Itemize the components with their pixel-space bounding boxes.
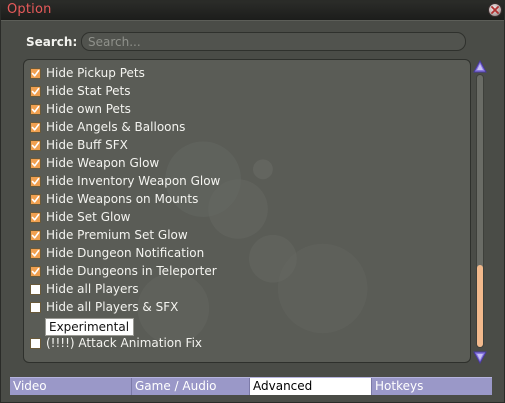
option-item[interactable]: Hide own Pets bbox=[30, 100, 470, 118]
option-label: Hide own Pets bbox=[46, 102, 131, 116]
option-checkbox[interactable] bbox=[30, 103, 41, 115]
search-label: Search: bbox=[26, 35, 78, 49]
option-checkbox[interactable] bbox=[30, 229, 41, 241]
option-checkbox[interactable] bbox=[30, 85, 41, 97]
option-item[interactable]: Hide all Players bbox=[30, 280, 470, 298]
options-list-panel: Hide Pickup Pets Hide Stat Pets Hide own P… bbox=[23, 59, 471, 363]
option-checkbox[interactable] bbox=[30, 157, 41, 169]
checkmark-icon bbox=[31, 177, 40, 185]
option-label: Hide Angels & Balloons bbox=[46, 120, 186, 134]
checkmark-icon bbox=[31, 213, 40, 221]
option-item[interactable]: Hide Set Glow bbox=[30, 208, 470, 226]
option-window: Option Search: Hide Pickup Pets Hide Stat… bbox=[0, 0, 505, 403]
tab-bar: Video Game / Audio Advanced Hotkeys bbox=[10, 377, 492, 395]
tab-label: Video bbox=[13, 379, 47, 393]
option-item[interactable]: Hide Weapons on Mounts bbox=[30, 190, 470, 208]
tab-game-audio[interactable]: Game / Audio bbox=[132, 378, 250, 395]
search-row: Search: bbox=[23, 32, 473, 52]
checkmark-icon bbox=[31, 69, 40, 77]
option-item[interactable]: (!!!!) Attack Animation Fix bbox=[30, 334, 470, 352]
option-checkbox[interactable] bbox=[30, 337, 41, 349]
option-label: Hide all Players bbox=[46, 282, 139, 296]
scroll-track[interactable] bbox=[476, 74, 484, 348]
checkmark-icon bbox=[31, 87, 40, 95]
option-item[interactable]: Hide Weapon Glow bbox=[30, 154, 470, 172]
triangle-up-icon bbox=[473, 59, 487, 73]
option-label: Hide Dungeons in Teleporter bbox=[46, 264, 217, 278]
option-checkbox[interactable] bbox=[30, 301, 41, 313]
option-label: Hide Premium Set Glow bbox=[46, 228, 188, 242]
option-checkbox[interactable] bbox=[30, 211, 41, 223]
option-item[interactable]: Hide all Players & SFX bbox=[30, 298, 470, 316]
option-label: Hide Inventory Weapon Glow bbox=[46, 174, 221, 188]
option-label: Hide Dungeon Notification bbox=[46, 246, 205, 260]
scrollbar[interactable] bbox=[473, 59, 487, 365]
tab-video[interactable]: Video bbox=[10, 378, 132, 395]
option-item[interactable]: Hide Premium Set Glow bbox=[30, 226, 470, 244]
title-bar[interactable]: Option bbox=[1, 1, 504, 21]
options-list: Hide Pickup Pets Hide Stat Pets Hide own P… bbox=[30, 64, 470, 352]
checkmark-icon bbox=[31, 105, 40, 113]
triangle-down-icon bbox=[473, 351, 487, 365]
tab-label: Advanced bbox=[253, 379, 313, 393]
close-icon bbox=[491, 6, 499, 14]
option-item[interactable]: Hide Angels & Balloons bbox=[30, 118, 470, 136]
window-title: Option bbox=[7, 2, 52, 17]
option-checkbox[interactable] bbox=[30, 283, 41, 295]
option-label: Hide Pickup Pets bbox=[46, 66, 145, 80]
option-checkbox[interactable] bbox=[30, 193, 41, 205]
option-item[interactable]: Hide Stat Pets bbox=[30, 82, 470, 100]
option-label: Hide Weapons on Mounts bbox=[46, 192, 199, 206]
search-input[interactable] bbox=[81, 32, 466, 51]
option-item[interactable]: Hide Buff SFX bbox=[30, 136, 470, 154]
option-item[interactable]: Hide Inventory Weapon Glow bbox=[30, 172, 470, 190]
option-label: Hide all Players & SFX bbox=[46, 300, 179, 314]
checkmark-icon bbox=[31, 141, 40, 149]
option-checkbox[interactable] bbox=[30, 121, 41, 133]
checkmark-icon bbox=[31, 249, 40, 257]
tab-advanced[interactable]: Advanced bbox=[250, 378, 372, 395]
experimental-section-header: Experimental bbox=[45, 316, 470, 336]
option-item[interactable]: Hide Dungeon Notification bbox=[30, 244, 470, 262]
option-checkbox[interactable] bbox=[30, 139, 41, 151]
checkmark-icon bbox=[31, 267, 40, 275]
option-checkbox[interactable] bbox=[30, 247, 41, 259]
option-label: Hide Buff SFX bbox=[46, 138, 128, 152]
option-label: Hide Stat Pets bbox=[46, 84, 131, 98]
option-checkbox[interactable] bbox=[30, 67, 41, 79]
checkmark-icon bbox=[31, 159, 40, 167]
tab-label: Hotkeys bbox=[375, 379, 424, 393]
option-item[interactable]: Hide Pickup Pets bbox=[30, 64, 470, 82]
scroll-thumb[interactable] bbox=[477, 265, 483, 347]
option-checkbox[interactable] bbox=[30, 175, 41, 187]
close-button[interactable] bbox=[488, 3, 502, 17]
option-label: Hide Set Glow bbox=[46, 210, 131, 224]
option-checkbox[interactable] bbox=[30, 265, 41, 277]
checkmark-icon bbox=[31, 231, 40, 239]
option-label: Hide Weapon Glow bbox=[46, 156, 160, 170]
tab-hotkeys[interactable]: Hotkeys bbox=[372, 378, 492, 395]
checkmark-icon bbox=[31, 195, 40, 203]
checkmark-icon bbox=[31, 123, 40, 131]
option-item[interactable]: Hide Dungeons in Teleporter bbox=[30, 262, 470, 280]
scroll-down-button[interactable] bbox=[473, 349, 487, 365]
scroll-up-button[interactable] bbox=[473, 59, 487, 73]
option-label: (!!!!) Attack Animation Fix bbox=[46, 336, 202, 350]
tab-label: Game / Audio bbox=[135, 379, 217, 393]
